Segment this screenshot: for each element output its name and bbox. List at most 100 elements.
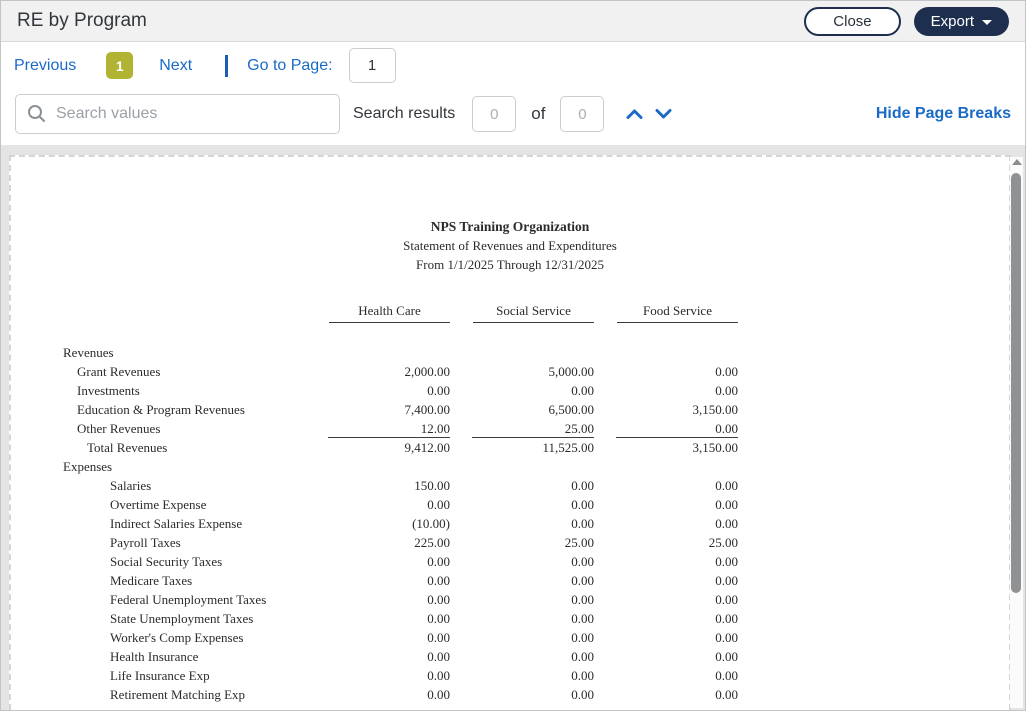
account-row: Worker's Comp Expenses0.000.000.00 — [11, 628, 738, 647]
close-button[interactable]: Close — [804, 7, 900, 36]
amount-cell: 0.00 — [450, 666, 594, 685]
chevron-up-icon — [626, 108, 643, 120]
account-label: Total Revenues — [11, 438, 306, 457]
export-button[interactable]: Export — [914, 7, 1009, 36]
amount-cell: 25.00 — [450, 419, 594, 438]
search-box — [15, 94, 340, 134]
of-label: of — [531, 104, 545, 124]
account-row: Salaries150.000.000.00 — [11, 476, 738, 495]
amount-cell: 11,525.00 — [450, 438, 594, 457]
hide-page-breaks-link[interactable]: Hide Page Breaks — [876, 105, 1011, 123]
account-label: Investments — [11, 381, 306, 400]
amount-cell: 0.00 — [594, 362, 738, 381]
amount-cell: 0.00 — [594, 666, 738, 685]
pagination-bar: Previous 1 Next Go to Page: — [1, 42, 1025, 89]
amount-cell — [594, 457, 738, 476]
amount-cell: 0.00 — [594, 514, 738, 533]
goto-page-input[interactable] — [349, 48, 396, 83]
column-header-label: Health Care — [329, 303, 450, 323]
amount-cell: 0.00 — [594, 552, 738, 571]
amount-cell: 0.00 — [306, 628, 450, 647]
date-range: From 1/1/2025 Through 12/31/2025 — [11, 255, 1009, 274]
amount-cell: 0.00 — [594, 381, 738, 400]
amount-cell: 0.00 — [594, 476, 738, 495]
account-label: Other Revenues — [11, 419, 306, 438]
report-viewer-window: RE by Program Close Export Previous 1 Ne… — [0, 0, 1026, 711]
amount-cell: 0.00 — [306, 552, 450, 571]
top-bar-actions: Close Export — [804, 7, 1009, 36]
account-label: Payroll Taxes — [11, 533, 306, 552]
caret-down-icon — [982, 20, 992, 25]
search-input[interactable] — [15, 94, 340, 134]
page-title: RE by Program — [17, 10, 147, 32]
amount-cell: 3,150.00 — [594, 438, 738, 457]
current-result-input[interactable] — [472, 96, 516, 132]
next-result-button[interactable] — [655, 108, 672, 120]
amount-cell: 12.00 — [306, 419, 450, 438]
amount-cell: 0.00 — [450, 647, 594, 666]
column-header-cell: Health Care — [306, 303, 450, 323]
amount-cell — [450, 343, 594, 362]
previous-result-button[interactable] — [626, 108, 643, 120]
amount-cell: 6,500.00 — [450, 400, 594, 419]
account-row: Medicare Taxes0.000.000.00 — [11, 571, 738, 590]
amount-cell: (10.00) — [306, 514, 450, 533]
amount-cell: 5,000.00 — [450, 362, 594, 381]
column-header-label: Food Service — [617, 303, 738, 323]
search-bar: Search results of Hide Page Breaks — [1, 89, 1025, 145]
amount-cell — [594, 343, 738, 362]
amount-cell: 0.00 — [594, 495, 738, 514]
account-row: Overtime Expense0.000.000.00 — [11, 495, 738, 514]
vertical-scrollbar[interactable] — [1010, 157, 1023, 708]
account-label: Social Security Taxes — [11, 552, 306, 571]
amount-cell: 0.00 — [594, 571, 738, 590]
next-page-link[interactable]: Next — [159, 57, 192, 75]
account-label: Expenses — [11, 457, 306, 476]
account-row: Health Insurance0.000.000.00 — [11, 647, 738, 666]
amount-cell: 2,000.00 — [306, 362, 450, 381]
amount-cell: 0.00 — [450, 552, 594, 571]
amount-cell: 25.00 — [450, 533, 594, 552]
amount-cell: 225.00 — [306, 533, 450, 552]
search-results-label: Search results — [353, 105, 455, 123]
organization-name: NPS Training Organization — [11, 217, 1009, 236]
scrollbar-thumb[interactable] — [1011, 173, 1021, 593]
amount-cell: 7,400.00 — [306, 400, 450, 419]
amount-cell: 0.00 — [306, 381, 450, 400]
account-label: Medicare Taxes — [11, 571, 306, 590]
report-table: Health Care Social Service Food Service … — [11, 303, 738, 704]
amount-cell: 0.00 — [594, 628, 738, 647]
account-row: Life Insurance Exp0.000.000.00 — [11, 666, 738, 685]
account-row: Education & Program Revenues7,400.006,50… — [11, 400, 738, 419]
previous-page-link[interactable]: Previous — [14, 57, 76, 75]
amount-cell: 0.00 — [594, 647, 738, 666]
amount-cell: 3,150.00 — [594, 400, 738, 419]
column-header-label: Social Service — [473, 303, 594, 323]
current-page-badge[interactable]: 1 — [106, 52, 133, 79]
account-label: Life Insurance Exp — [11, 666, 306, 685]
amount-cell: 150.00 — [306, 476, 450, 495]
account-label: State Unemployment Taxes — [11, 609, 306, 628]
account-row: Other Revenues12.0025.000.00 — [11, 419, 738, 438]
section-row: Revenues — [11, 343, 738, 362]
scroll-up-icon[interactable] — [1012, 159, 1022, 165]
report-header: NPS Training Organization Statement of R… — [11, 217, 1009, 274]
report-page: NPS Training Organization Statement of R… — [9, 155, 1011, 710]
account-row: Retirement Matching Exp0.000.000.00 — [11, 685, 738, 704]
amount-cell: 0.00 — [450, 590, 594, 609]
account-label: Education & Program Revenues — [11, 400, 306, 419]
total-results-input[interactable] — [560, 96, 604, 132]
amount-cell: 0.00 — [450, 495, 594, 514]
amount-cell — [450, 457, 594, 476]
amount-cell: 25.00 — [594, 533, 738, 552]
chevron-down-icon — [655, 108, 672, 120]
amount-cell: 0.00 — [594, 685, 738, 704]
top-bar: RE by Program Close Export — [1, 1, 1025, 42]
amount-cell: 0.00 — [450, 514, 594, 533]
amount-cell: 0.00 — [306, 647, 450, 666]
amount-cell: 0.00 — [306, 495, 450, 514]
report-rows: RevenuesGrant Revenues2,000.005,000.000.… — [11, 343, 738, 704]
amount-cell: 0.00 — [450, 571, 594, 590]
pagination-divider — [225, 55, 228, 77]
amount-cell: 0.00 — [594, 590, 738, 609]
